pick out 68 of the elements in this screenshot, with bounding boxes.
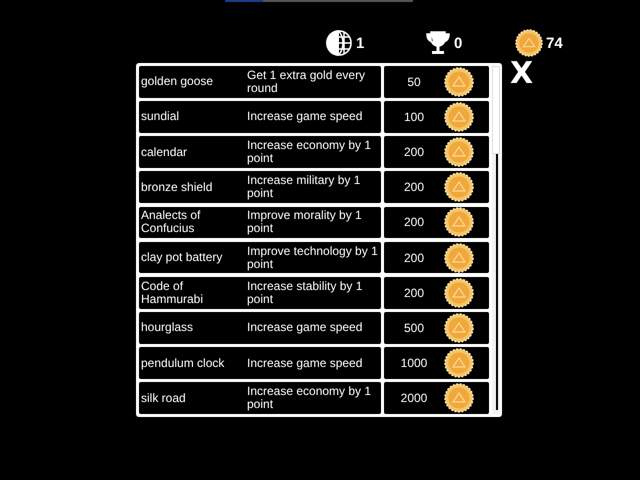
coin-icon <box>515 29 543 57</box>
coin-icon <box>444 312 474 343</box>
item-price: 100 <box>402 110 426 124</box>
trophy-icon <box>425 30 451 56</box>
item-price: 50 <box>406 74 422 89</box>
coin-icon <box>444 242 474 273</box>
buy-button[interactable]: 200 <box>384 171 489 204</box>
item-effect: Get 1 extra gold every round <box>247 68 366 95</box>
item-info[interactable]: golden goose Get 1 extra gold every round <box>139 66 381 98</box>
buy-button[interactable]: 200 <box>384 276 489 308</box>
item-name: Code of Hammurabi <box>140 280 204 306</box>
item-price: 200 <box>402 215 426 230</box>
item-price: 200 <box>402 286 426 300</box>
item-info[interactable]: clay pot battery Improve technology by 1 point <box>139 242 381 274</box>
buy-button[interactable]: 200 <box>384 136 489 168</box>
item-price: 2000 <box>400 391 428 406</box>
item-effect: Increase stability by 1 point <box>247 280 364 306</box>
item-info[interactable]: hourglass Increase game speed <box>139 312 381 344</box>
scrollbar[interactable] <box>492 66 500 414</box>
coin-icon <box>444 207 474 238</box>
coin-icon <box>444 172 474 202</box>
item-effect: Increase game speed <box>247 356 364 370</box>
coin-icon <box>444 383 474 414</box>
item-info[interactable]: Analects of Confucius Improve morality by 1 point <box>139 206 381 238</box>
close-button[interactable]: X <box>510 59 534 89</box>
stat-value: 0 <box>454 34 462 52</box>
item-price: 1000 <box>400 356 428 370</box>
buy-button[interactable]: 1000 <box>384 347 489 379</box>
globe-icon <box>325 29 353 57</box>
coin-icon <box>444 137 474 168</box>
item-info[interactable]: calendar Increase economy by 1 point <box>139 136 381 168</box>
item-effect: Increase economy by 1 point <box>247 385 372 412</box>
item-info[interactable]: pendulum clock Increase game speed <box>139 347 381 379</box>
item-effect: Increase military by 1 point <box>247 174 362 200</box>
buy-button[interactable]: 200 <box>384 206 489 238</box>
item-price: 200 <box>402 250 426 265</box>
item-name: bronze shield <box>140 180 214 194</box>
item-name: hourglass <box>140 321 194 334</box>
item-info[interactable]: bronze shield Increase military by 1 point <box>139 171 381 204</box>
item-effect: Increase game speed <box>247 321 364 334</box>
coin-icon <box>444 278 474 308</box>
item-info[interactable]: sundial Increase game speed <box>139 101 381 133</box>
item-info[interactable]: Code of Hammurabi Increase stability by 1 point <box>139 276 381 308</box>
item-effect: Improve technology by 1 point <box>247 244 379 271</box>
item-effect: Increase game speed <box>247 110 364 124</box>
buy-button[interactable]: 500 <box>384 312 489 344</box>
item-effect: Increase economy by 1 point <box>247 139 372 166</box>
stat-value: 74 <box>546 34 563 52</box>
item-name: Analects of Confucius <box>140 209 202 236</box>
buy-button[interactable]: 200 <box>384 242 489 274</box>
coin-icon <box>444 102 474 132</box>
item-price: 200 <box>402 145 426 160</box>
item-price: 200 <box>402 180 426 194</box>
coin-icon <box>444 348 474 378</box>
buy-button[interactable]: 2000 <box>384 382 489 414</box>
item-name: silk road <box>140 392 187 405</box>
item-name: pendulum clock <box>140 356 226 370</box>
item-name: calendar <box>140 146 188 159</box>
item-name: sundial <box>140 110 180 124</box>
item-info[interactable]: silk road Increase economy by 1 point <box>139 382 381 414</box>
stat-value: 1 <box>356 34 364 52</box>
item-effect: Improve morality by 1 point <box>247 209 363 236</box>
item-price: 500 <box>402 320 426 335</box>
buy-button[interactable]: 100 <box>384 101 489 133</box>
buy-button[interactable]: 50 <box>384 66 489 98</box>
item-name: clay pot battery <box>140 251 224 264</box>
coin-icon <box>444 66 474 97</box>
item-name: golden goose <box>140 75 214 88</box>
